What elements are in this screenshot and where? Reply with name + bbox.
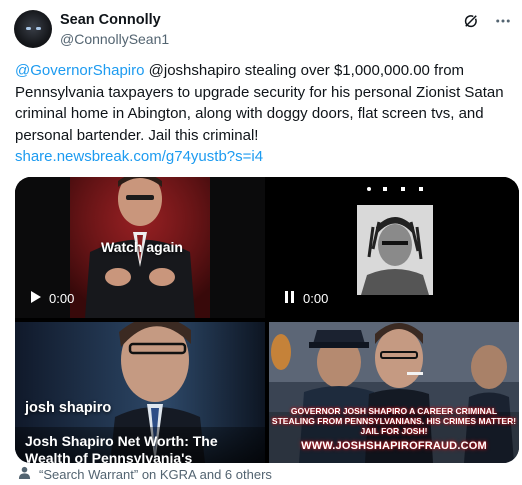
more-icon[interactable] [492,10,514,32]
author-info: Sean Connolly @ConnollySean1 [60,11,169,48]
tagged-text[interactable]: “Search Warrant” on KGRA and 6 others [39,467,272,482]
tweet-header: Sean Connolly @ConnollySean1 [14,8,514,50]
link-card[interactable]: josh shapiro Josh Shapiro Net Worth: The… [15,322,265,463]
media-grid: Watch again 0:00 0:00 josh shapiro Josh … [15,177,519,463]
video-2-time: 0:00 [303,291,329,306]
handle[interactable]: @ConnollySean1 [60,30,169,48]
video-1-controls: 0:00 [31,291,74,306]
avatar[interactable] [14,10,52,48]
banner-image[interactable]: GOVERNOR JOSH SHAPIRO A CAREER CRIMINAL … [269,322,519,463]
video-2-controls: 0:00 [285,291,328,306]
pause-icon[interactable] [285,291,295,306]
card-thumbnail-caption: josh shapiro [25,400,112,416]
watch-again-label[interactable]: Watch again [101,239,183,255]
video-player-2[interactable]: 0:00 [269,177,519,318]
banner-headline: GOVERNOR JOSH SHAPIRO A CAREER CRIMINAL … [271,406,517,436]
display-name[interactable]: Sean Connolly [60,11,169,29]
banner-url: WWW.JOSHSHAPIROFRAUD.COM [301,440,487,452]
video-player-1[interactable]: Watch again 0:00 [15,177,265,318]
video-1-time: 0:00 [49,291,75,306]
play-icon[interactable] [31,291,41,306]
person-icon [18,466,31,482]
tweet-text: @GovernorShapiro @joshshapiro stealing o… [15,60,511,168]
card-title[interactable]: Josh Shapiro Net Worth: The Wealth of Pe… [15,427,265,463]
mention-link[interactable]: @GovernorShapiro [15,62,144,79]
tagged-users[interactable]: “Search Warrant” on KGRA and 6 others [18,466,272,482]
external-link[interactable]: share.newsbreak.com/g74yustb?s=i4 [15,146,511,168]
grok-icon[interactable] [460,10,482,32]
header-actions [460,10,514,32]
